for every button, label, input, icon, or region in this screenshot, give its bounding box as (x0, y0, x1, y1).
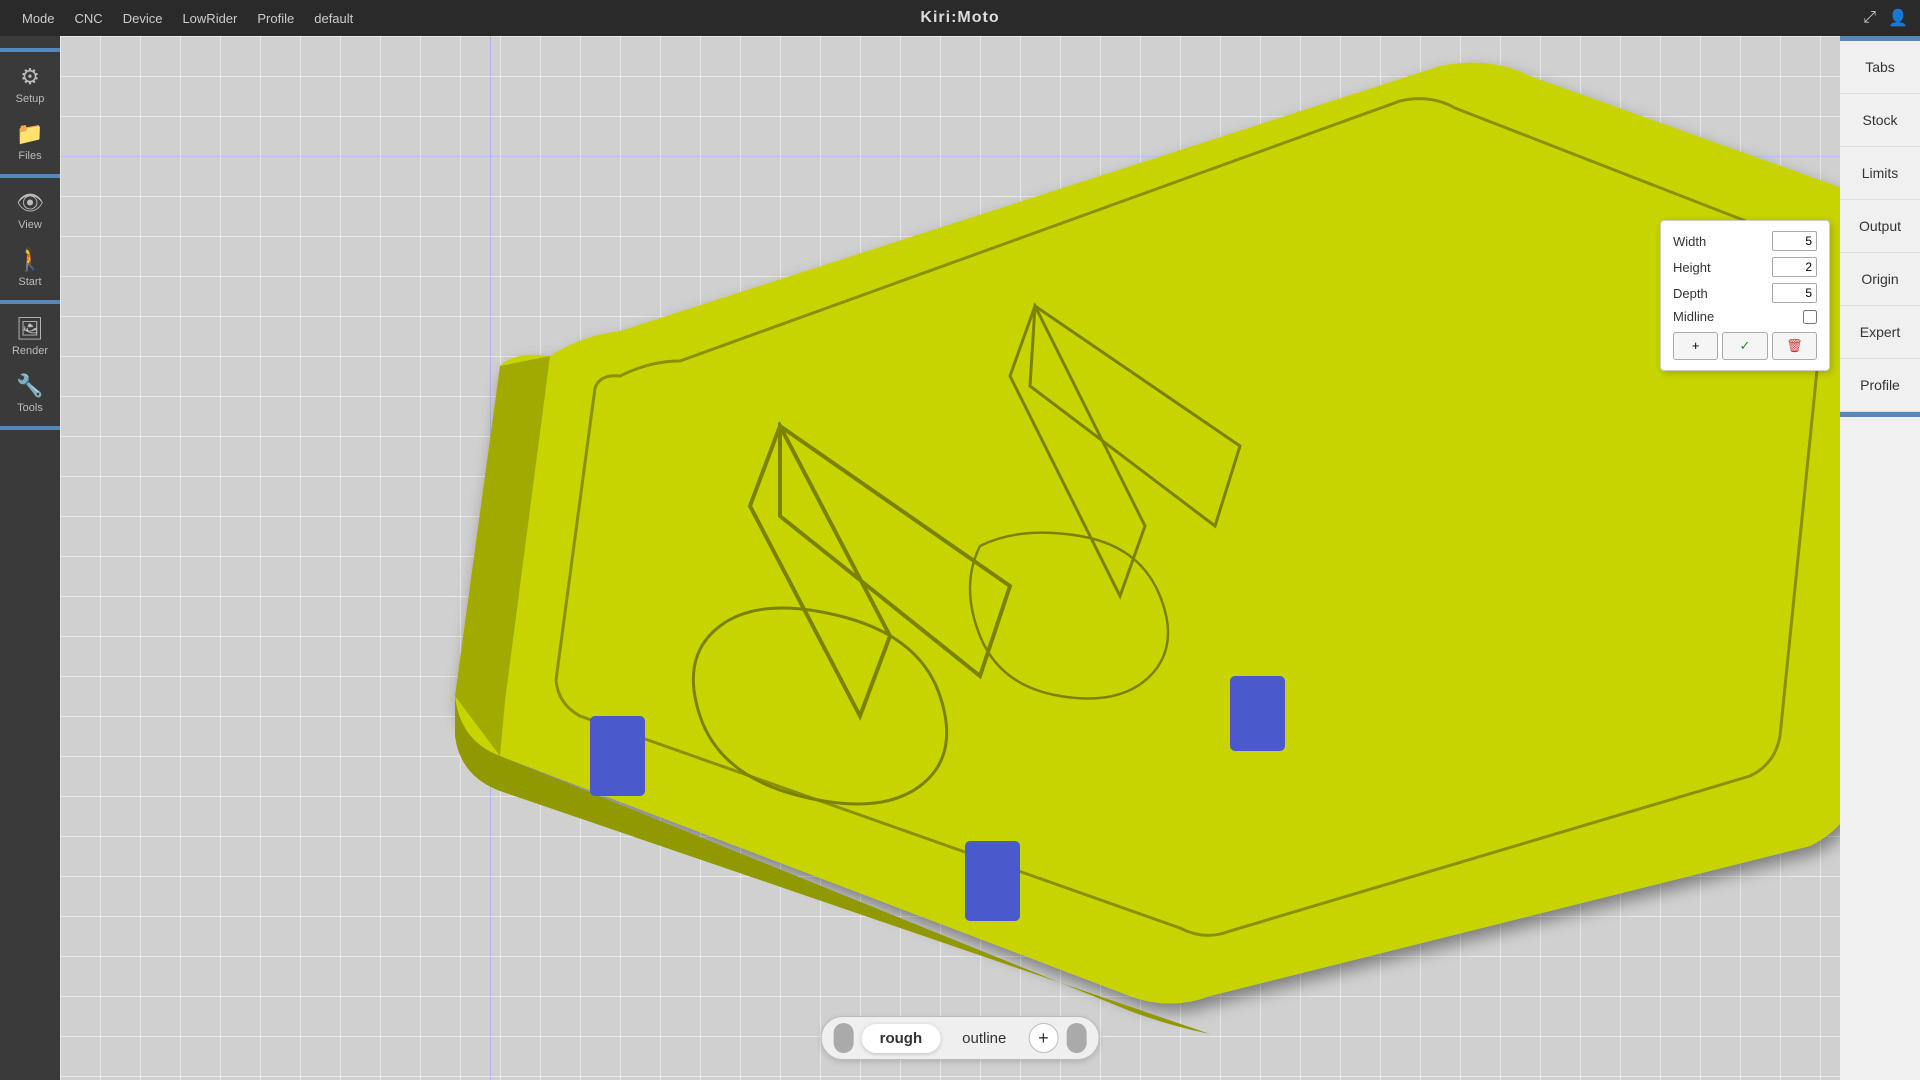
user-icon[interactable]: 👤 (1888, 8, 1908, 28)
width-label: Width (1673, 234, 1743, 249)
device-value[interactable]: LowRider (172, 7, 247, 30)
sidebar-bar-3 (0, 300, 60, 304)
right-panel-stock[interactable]: Stock (1840, 94, 1920, 147)
sidebar-bar-bottom (0, 426, 60, 430)
sidebar-bar-top (0, 48, 60, 52)
right-panel-output[interactable]: Output (1840, 200, 1920, 253)
sidebar-label-render: Render (12, 345, 48, 357)
tab-outline[interactable]: outline (944, 1024, 1024, 1053)
app-title: Kiri:Moto (920, 9, 999, 27)
sidebar-label-start: Start (18, 276, 41, 288)
popup-actions: + ✓ 🗑 (1673, 332, 1817, 360)
setup-icon: ⚙ (20, 64, 40, 90)
right-panel-origin[interactable]: Origin (1840, 253, 1920, 306)
mode-button[interactable]: Mode (12, 7, 65, 30)
topbar: Mode CNC Device LowRider Profile default… (0, 0, 1920, 36)
right-panel-limits[interactable]: Limits (1840, 147, 1920, 200)
toolbar-handle-right[interactable] (1066, 1023, 1086, 1053)
tools-icon: 🔧 (16, 373, 43, 399)
toolbar-handle-left[interactable] (834, 1023, 854, 1053)
topbar-right: ⤢ 👤 (1863, 8, 1908, 28)
start-icon: 🚶 (16, 247, 43, 273)
right-panel-expert[interactable]: Expert (1840, 306, 1920, 359)
midline-checkbox[interactable] (1803, 310, 1817, 324)
confirm-button[interactable]: ✓ (1722, 332, 1767, 360)
sidebar-label-tools: Tools (17, 402, 43, 414)
add-tab-button[interactable]: + (1028, 1023, 1058, 1053)
width-input[interactable] (1772, 231, 1817, 251)
sidebar-item-setup[interactable]: ⚙ Setup (3, 56, 57, 113)
device-button[interactable]: Device (113, 7, 173, 30)
tab-bottom-right (965, 841, 1020, 921)
tab-rough[interactable]: rough (862, 1024, 941, 1053)
sidebar-label-view: View (18, 219, 42, 231)
depth-row: Depth (1673, 283, 1817, 303)
tabs-popup: Width Height Depth Midline + ✓ 🗑 (1660, 220, 1830, 371)
render-icon: 🖼 (16, 316, 44, 342)
view-icon: 👁 (16, 190, 44, 216)
files-icon: 📁 (16, 121, 43, 147)
depth-input[interactable] (1772, 283, 1817, 303)
profile-button[interactable]: Profile (247, 7, 304, 30)
depth-label: Depth (1673, 286, 1743, 301)
tab-bottom-left (590, 716, 645, 796)
right-panel: Tabs Stock Limits Output Origin Expert P… (1840, 36, 1920, 1080)
sidebar-item-render[interactable]: 🖼 Render (3, 308, 57, 365)
delete-button[interactable]: 🗑 (1772, 332, 1817, 360)
height-input[interactable] (1772, 257, 1817, 277)
cnc-button[interactable]: CNC (65, 7, 113, 30)
sidebar-item-start[interactable]: 🚶 Start (3, 239, 57, 296)
right-panel-tabs[interactable]: Tabs (1840, 41, 1920, 94)
right-panel-bar-bottom (1840, 412, 1920, 417)
height-row: Height (1673, 257, 1817, 277)
height-label: Height (1673, 260, 1743, 275)
sidebar-label-files: Files (18, 150, 41, 162)
midline-row: Midline (1673, 309, 1817, 324)
tab-right (1230, 676, 1285, 751)
add-button[interactable]: + (1673, 332, 1718, 360)
sidebar-item-files[interactable]: 📁 Files (3, 113, 57, 170)
bottom-toolbar: rough outline + (821, 1016, 1100, 1060)
sidebar-item-view[interactable]: 👁 View (3, 182, 57, 239)
sidebar: ⚙ Setup 📁 Files 👁 View 🚶 Start 🖼 Render … (0, 36, 60, 1080)
width-row: Width (1673, 231, 1817, 251)
expand-icon[interactable]: ⤢ (1863, 9, 1876, 27)
midline-label: Midline (1673, 309, 1743, 324)
profile-value[interactable]: default (304, 7, 363, 30)
right-panel-profile[interactable]: Profile (1840, 359, 1920, 412)
sidebar-label-setup: Setup (16, 93, 45, 105)
sidebar-bar-2 (0, 174, 60, 178)
canvas-area[interactable] (60, 36, 1920, 1080)
3d-model[interactable] (60, 36, 1920, 1080)
sidebar-item-tools[interactable]: 🔧 Tools (3, 365, 57, 422)
